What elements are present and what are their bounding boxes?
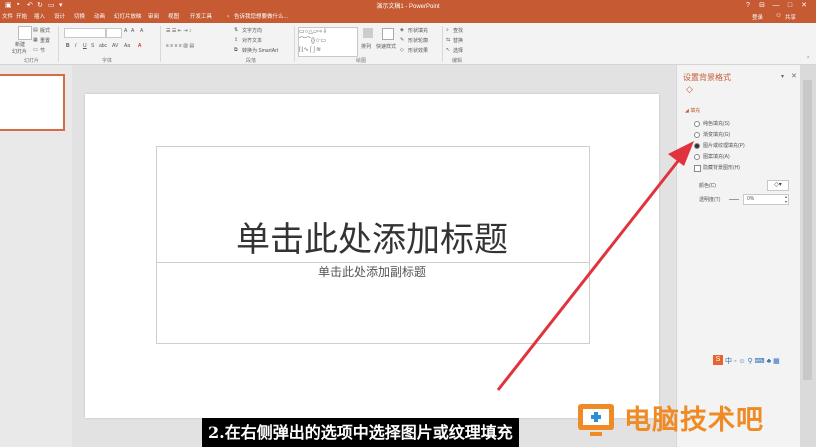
tutorial-caption: 2.在右侧弹出的选项中选择图片或纹理填充 — [202, 418, 519, 447]
watermark-text: 电脑技术吧 — [624, 405, 764, 436]
arrow-head — [668, 141, 694, 166]
arrow-shaft — [496, 155, 684, 391]
annotation-arrow — [496, 141, 694, 391]
watermark-logo-icon — [578, 404, 614, 436]
